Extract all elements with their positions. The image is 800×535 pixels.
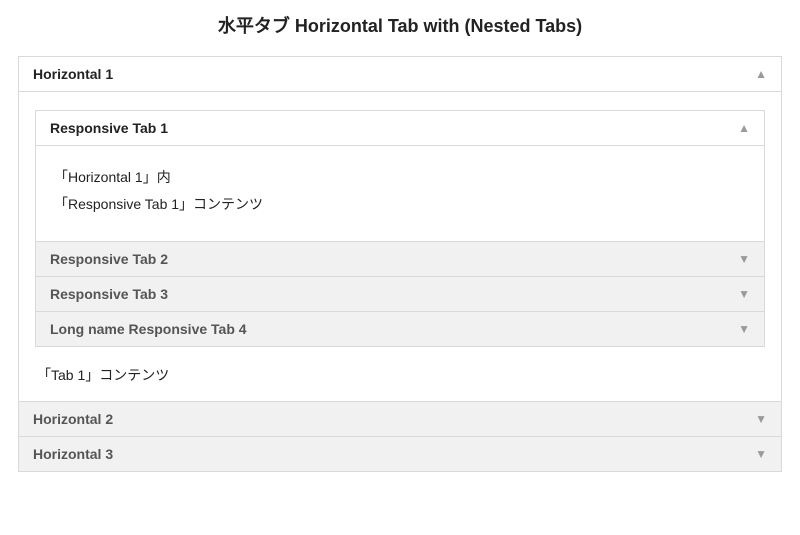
- content-line-1: 「Horizontal 1」内: [54, 164, 746, 191]
- outer-item-3: Horizontal 3: [19, 436, 781, 471]
- nested-item-2: Responsive Tab 2: [36, 241, 764, 276]
- nested-tab-responsive-3[interactable]: Responsive Tab 3: [36, 276, 764, 311]
- nested-tab-1-label: Responsive Tab 1: [50, 120, 168, 136]
- outer-item-1: Horizontal 1 Responsive Tab 1 「Horizonta…: [19, 57, 781, 401]
- chevron-up-icon: [738, 121, 750, 135]
- nested-tab-4-label: Long name Responsive Tab 4: [50, 321, 247, 337]
- nested-tab-responsive-4[interactable]: Long name Responsive Tab 4: [36, 311, 764, 346]
- nested-accordion: Responsive Tab 1 「Horizontal 1」内 「Respon…: [35, 110, 765, 347]
- outer-tab-3-label: Horizontal 3: [33, 446, 113, 462]
- nested-tab-1-body: 「Horizontal 1」内 「Responsive Tab 1」コンテンツ: [36, 146, 764, 241]
- nested-item-4: Long name Responsive Tab 4: [36, 311, 764, 346]
- outer-accordion: Horizontal 1 Responsive Tab 1 「Horizonta…: [18, 56, 782, 472]
- chevron-down-icon: [738, 322, 750, 336]
- nested-item-1: Responsive Tab 1 「Horizontal 1」内 「Respon…: [36, 111, 764, 241]
- outer-tab-horizontal-1[interactable]: Horizontal 1: [19, 57, 781, 92]
- outer-tab-1-footer: 「Tab 1」コンテンツ: [35, 361, 765, 387]
- content-line-2: 「Responsive Tab 1」コンテンツ: [54, 191, 746, 218]
- nested-tab-2-label: Responsive Tab 2: [50, 251, 168, 267]
- page-title: 水平タブ Horizontal Tab with (Nested Tabs): [18, 12, 782, 38]
- nested-tab-3-label: Responsive Tab 3: [50, 286, 168, 302]
- chevron-up-icon: [755, 67, 767, 81]
- outer-tab-1-label: Horizontal 1: [33, 66, 113, 82]
- outer-tab-horizontal-2[interactable]: Horizontal 2: [19, 401, 781, 436]
- chevron-down-icon: [755, 412, 767, 426]
- nested-tab-responsive-1[interactable]: Responsive Tab 1: [36, 111, 764, 146]
- chevron-down-icon: [738, 252, 750, 266]
- nested-item-3: Responsive Tab 3: [36, 276, 764, 311]
- outer-tab-2-label: Horizontal 2: [33, 411, 113, 427]
- nested-tab-responsive-2[interactable]: Responsive Tab 2: [36, 241, 764, 276]
- chevron-down-icon: [738, 287, 750, 301]
- outer-tab-1-body: Responsive Tab 1 「Horizontal 1」内 「Respon…: [19, 92, 781, 401]
- outer-tab-horizontal-3[interactable]: Horizontal 3: [19, 436, 781, 471]
- chevron-down-icon: [755, 447, 767, 461]
- outer-item-2: Horizontal 2: [19, 401, 781, 436]
